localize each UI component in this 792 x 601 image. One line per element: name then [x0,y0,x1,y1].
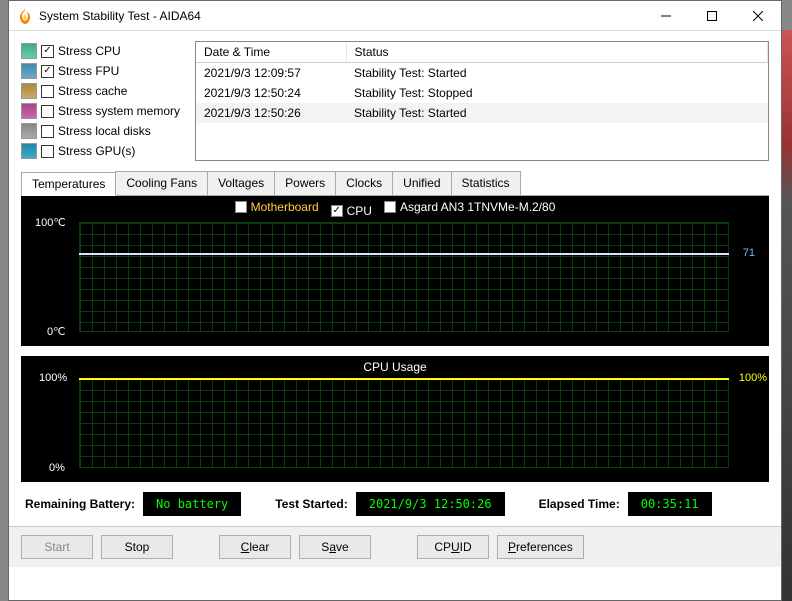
cpu-usage-chart: CPU Usage 100% 0% 100% [21,356,769,482]
cache-icon [21,83,37,99]
checkbox-icon[interactable] [41,105,54,118]
log-datetime: 2021/9/3 12:50:26 [196,103,346,123]
fpu-icon [21,63,37,79]
stress-mem[interactable]: Stress system memory [21,101,185,121]
log-row[interactable]: 2021/9/3 12:09:57Stability Test: Started [196,63,768,84]
save-button[interactable]: Save [299,535,371,559]
background-strip [782,30,792,601]
log-status: Stability Test: Started [346,103,768,123]
stress-disk[interactable]: Stress local disks [21,121,185,141]
temp-legend: Motherboard CPU Asgard AN3 1TNVMe-M.2/80 [21,196,769,222]
legend-asgard-an3-1tnvme-m-2-80[interactable]: Asgard AN3 1TNVMe-M.2/80 [384,200,555,214]
battery-label: Remaining Battery: [25,497,135,511]
cpu-reading: 100% [739,372,767,384]
stress-label: Stress GPU(s) [58,144,135,158]
legend-label: Motherboard [251,200,319,214]
tab-statistics[interactable]: Statistics [451,171,521,195]
log-header-datetime[interactable]: Date & Time [196,42,346,63]
button-bar: Start Stop Clear Save CPUID Preferences [9,526,781,567]
stress-label: Stress FPU [58,64,119,78]
checkbox-icon[interactable] [41,65,54,78]
status-bar: Remaining Battery: No battery Test Start… [21,482,769,526]
temp-grid [79,222,729,332]
cpu-ylabel-bottom: 0% [49,462,65,474]
preferences-button[interactable]: Preferences [497,535,584,559]
log-status: Stability Test: Started [346,63,768,84]
checkbox-icon [384,201,396,213]
cpu-icon [21,43,37,59]
checkbox-icon [331,205,343,217]
battery-value: No battery [143,492,241,516]
log-header-status[interactable]: Status [346,42,768,63]
started-value: 2021/9/3 12:50:26 [356,492,505,516]
mem-icon [21,103,37,119]
log-datetime: 2021/9/3 12:09:57 [196,63,346,84]
stress-label: Stress CPU [58,44,121,58]
tab-powers[interactable]: Powers [274,171,336,195]
temp-reading: 71 [743,247,755,259]
close-button[interactable] [735,1,781,31]
gpu-icon [21,143,37,159]
titlebar[interactable]: System Stability Test - AIDA64 [9,1,781,31]
temp-ylabel-top: 100℃ [35,216,66,229]
cpu-trace [79,378,729,380]
stress-options: Stress CPU Stress FPU Stress cache Stress s… [21,41,185,161]
maximize-button[interactable] [689,1,735,31]
temp-trace-cpu [79,253,729,255]
tab-temperatures[interactable]: Temperatures [21,172,116,196]
clear-button[interactable]: Clear [219,535,291,559]
tab-clocks[interactable]: Clocks [335,171,393,195]
stress-cache[interactable]: Stress cache [21,81,185,101]
elapsed-value: 00:35:11 [628,492,712,516]
legend-motherboard[interactable]: Motherboard [235,200,319,214]
app-window: System Stability Test - AIDA64 Stress CP… [8,0,782,601]
start-button[interactable]: Start [21,535,93,559]
tab-unified[interactable]: Unified [392,171,451,195]
tab-voltages[interactable]: Voltages [207,171,275,195]
legend-label: CPU [347,204,372,218]
started-label: Test Started: [275,497,347,511]
temperature-chart: Motherboard CPU Asgard AN3 1TNVMe-M.2/80 1… [21,196,769,346]
checkbox-icon [235,201,247,213]
window-title: System Stability Test - AIDA64 [39,9,643,23]
cpu-ylabel-top: 100% [39,372,67,384]
log-row[interactable]: 2021/9/3 12:50:26Stability Test: Started [196,103,768,123]
chart-tabs: TemperaturesCooling FansVoltagesPowersCl… [21,171,769,196]
event-log[interactable]: Date & Time Status 2021/9/3 12:09:57Stab… [195,41,769,161]
app-icon [17,8,33,24]
stress-label: Stress system memory [58,104,180,118]
cpuid-button[interactable]: CPUID [417,535,489,559]
stress-label: Stress local disks [58,124,151,138]
stress-gpu[interactable]: Stress GPU(s) [21,141,185,161]
stress-cpu[interactable]: Stress CPU [21,41,185,61]
checkbox-icon[interactable] [41,85,54,98]
legend-label: Asgard AN3 1TNVMe-M.2/80 [400,200,555,214]
stress-label: Stress cache [58,84,127,98]
legend-cpu[interactable]: CPU [331,204,372,218]
tab-cooling-fans[interactable]: Cooling Fans [115,171,208,195]
log-datetime: 2021/9/3 12:50:24 [196,83,346,103]
minimize-button[interactable] [643,1,689,31]
log-row[interactable]: 2021/9/3 12:50:24Stability Test: Stopped [196,83,768,103]
stop-button[interactable]: Stop [101,535,173,559]
cpu-grid [79,378,729,468]
checkbox-icon[interactable] [41,125,54,138]
stress-fpu[interactable]: Stress FPU [21,61,185,81]
disk-icon [21,123,37,139]
cpu-chart-title: CPU Usage [21,356,769,378]
temp-ylabel-bottom: 0℃ [47,325,65,338]
elapsed-label: Elapsed Time: [539,497,620,511]
checkbox-icon[interactable] [41,145,54,158]
checkbox-icon[interactable] [41,45,54,58]
log-status: Stability Test: Stopped [346,83,768,103]
